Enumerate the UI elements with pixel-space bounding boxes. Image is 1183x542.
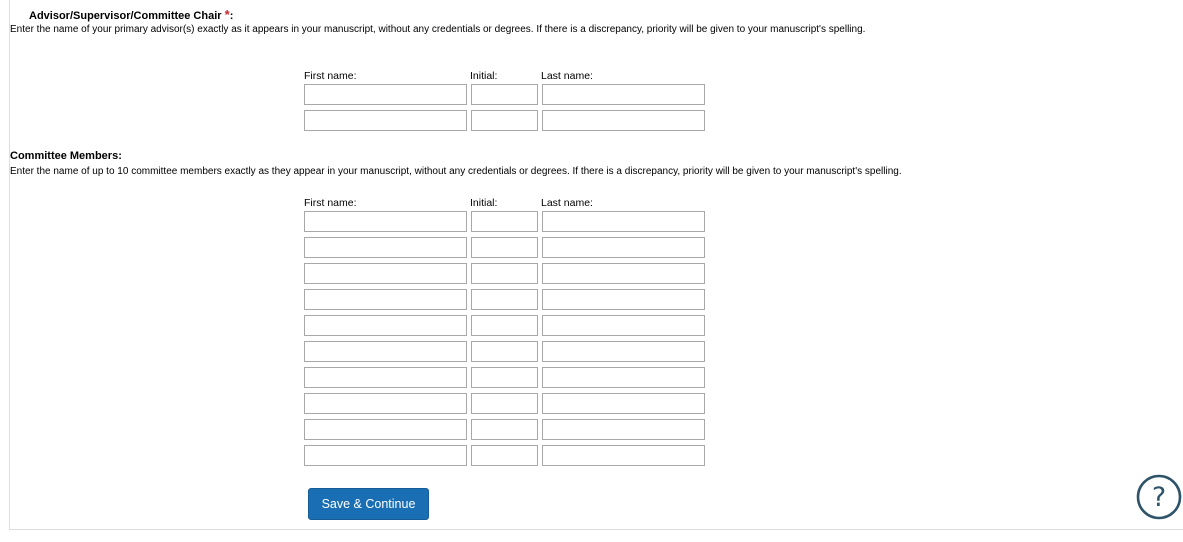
committee-row (304, 445, 705, 466)
committee-row (304, 237, 705, 258)
first-name-input[interactable] (304, 419, 467, 440)
first-name-input[interactable] (304, 211, 467, 232)
last-name-input[interactable] (542, 341, 705, 362)
advisor-title-text: Advisor/Supervisor/Committee Chair (29, 10, 222, 22)
advisor-title-colon: : (229, 10, 234, 22)
initial-header: Initial: (470, 70, 498, 82)
initial-input[interactable] (471, 315, 538, 336)
save-continue-button[interactable]: Save & Continue (308, 488, 429, 520)
last-name-input[interactable] (542, 110, 705, 131)
help-button[interactable]: ? (1135, 473, 1183, 521)
advisor-name-grid: First name: Initial: Last name: (304, 70, 705, 136)
committee-row (304, 341, 705, 362)
committee-grid-header: First name: Initial: Last name: (304, 197, 705, 211)
advisor-instructions: Enter the name of your primary advisor(s… (10, 24, 866, 35)
initial-input[interactable] (471, 211, 538, 232)
advisor-section-title: Advisor/Supervisor/Committee Chair *: (29, 8, 233, 23)
first-name-input[interactable] (304, 263, 467, 284)
committee-row (304, 289, 705, 310)
first-name-input[interactable] (304, 289, 467, 310)
committee-row (304, 263, 705, 284)
help-glyph: ? (1152, 482, 1166, 513)
first-name-input[interactable] (304, 110, 467, 131)
last-name-input[interactable] (542, 445, 705, 466)
committee-row (304, 367, 705, 388)
advisor-rows (304, 84, 705, 131)
initial-input[interactable] (471, 289, 538, 310)
last-name-input[interactable] (542, 419, 705, 440)
first-name-input[interactable] (304, 84, 467, 105)
committee-row (304, 211, 705, 232)
committee-row (304, 419, 705, 440)
last-name-input[interactable] (542, 84, 705, 105)
last-name-header: Last name: (541, 197, 593, 209)
committee-rows (304, 211, 705, 466)
initial-input[interactable] (471, 263, 538, 284)
last-name-header: Last name: (541, 70, 593, 82)
initial-input[interactable] (471, 445, 538, 466)
first-name-input[interactable] (304, 367, 467, 388)
committee-section-title: Committee Members: (10, 150, 122, 162)
last-name-input[interactable] (542, 237, 705, 258)
committee-row (304, 315, 705, 336)
first-name-input[interactable] (304, 315, 467, 336)
initial-input[interactable] (471, 84, 538, 105)
initial-input[interactable] (471, 237, 538, 258)
committee-name-grid: First name: Initial: Last name: (304, 197, 705, 471)
advisor-row (304, 84, 705, 105)
last-name-input[interactable] (542, 393, 705, 414)
first-name-header: First name: (304, 197, 357, 209)
first-name-input[interactable] (304, 393, 467, 414)
last-name-input[interactable] (542, 263, 705, 284)
initial-input[interactable] (471, 367, 538, 388)
last-name-input[interactable] (542, 367, 705, 388)
initial-header: Initial: (470, 197, 498, 209)
committee-instructions: Enter the name of up to 10 committee mem… (10, 166, 902, 177)
last-name-input[interactable] (542, 211, 705, 232)
first-name-input[interactable] (304, 237, 467, 258)
last-name-input[interactable] (542, 289, 705, 310)
first-name-header: First name: (304, 70, 357, 82)
committee-row (304, 393, 705, 414)
initial-input[interactable] (471, 341, 538, 362)
initial-input[interactable] (471, 419, 538, 440)
initial-input[interactable] (471, 393, 538, 414)
advisor-grid-header: First name: Initial: Last name: (304, 70, 705, 84)
last-name-input[interactable] (542, 315, 705, 336)
first-name-input[interactable] (304, 341, 467, 362)
advisor-row (304, 110, 705, 131)
initial-input[interactable] (471, 110, 538, 131)
first-name-input[interactable] (304, 445, 467, 466)
help-circle-icon: ? (1136, 474, 1182, 520)
